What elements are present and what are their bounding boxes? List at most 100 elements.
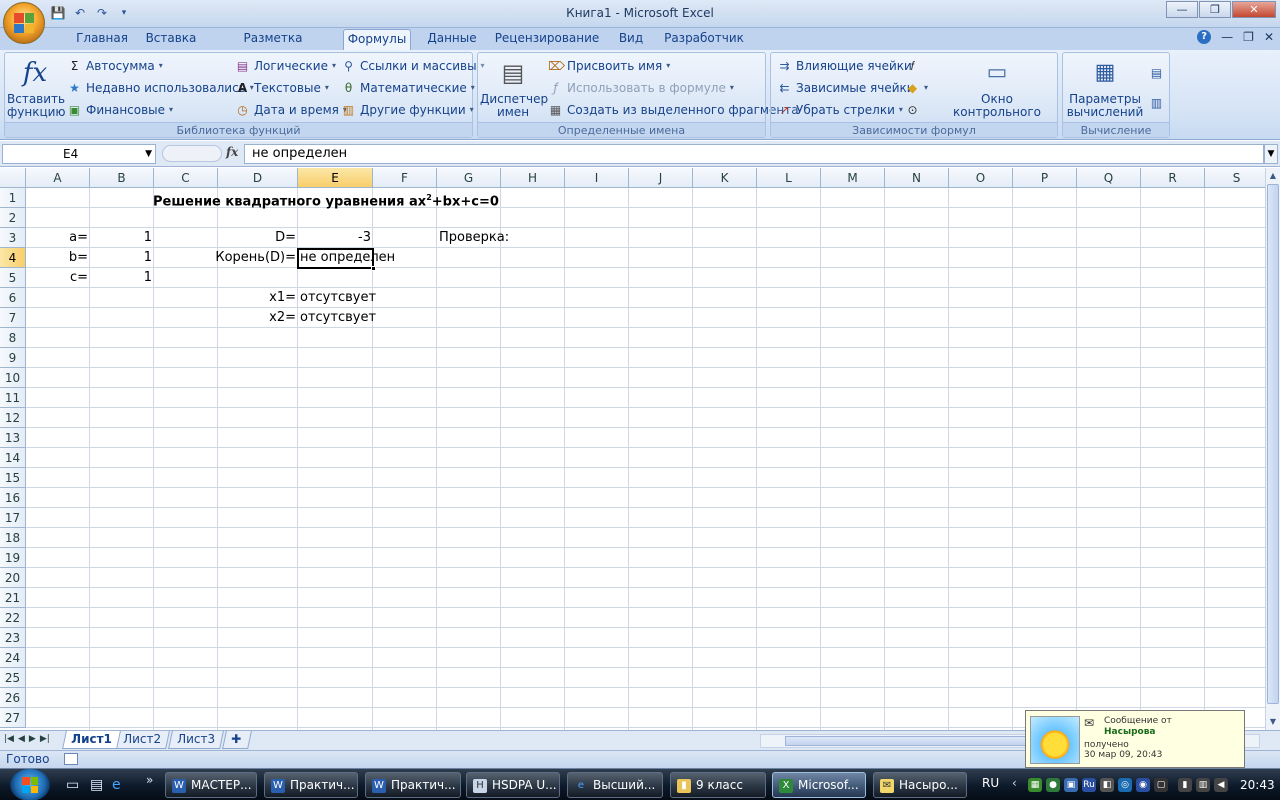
trace-dependents-button[interactable]: ⇇ Зависимые ячейки xyxy=(777,78,914,98)
row-header-5[interactable]: 5 xyxy=(0,268,26,288)
insert-function-fx-icon[interactable]: fx xyxy=(226,145,238,159)
column-header-h[interactable]: H xyxy=(501,168,565,188)
cell-a5[interactable]: c= xyxy=(26,268,90,288)
cell-e3[interactable]: -3 xyxy=(298,228,373,248)
last-sheet-icon[interactable]: ▶| xyxy=(40,734,50,744)
tab-data[interactable]: Данные xyxy=(422,29,482,50)
tray-battery-icon[interactable]: ▮ xyxy=(1178,778,1192,792)
row-header-2[interactable]: 2 xyxy=(0,208,26,228)
autosum-button[interactable]: Σ Автосумма ▾ xyxy=(67,56,163,76)
column-header-k[interactable]: K xyxy=(693,168,757,188)
select-all-corner[interactable] xyxy=(0,168,26,188)
define-name-button[interactable]: ⌦ Присвоить имя ▾ xyxy=(548,56,670,76)
workbook-restore-icon[interactable]: ❐ xyxy=(1243,30,1254,44)
tray-expand-icon[interactable]: ‹ xyxy=(1012,776,1017,790)
cell-d3[interactable]: D= xyxy=(218,228,298,248)
cell-d6[interactable]: x1= xyxy=(218,288,298,308)
tray-icon-5[interactable]: ◧ xyxy=(1100,778,1114,792)
office-button[interactable] xyxy=(3,2,45,44)
taskbar-item-2[interactable]: W Практич... xyxy=(264,772,358,798)
clock[interactable]: 20:43 xyxy=(1240,778,1275,792)
row-header-10[interactable]: 10 xyxy=(0,368,26,388)
row-header-23[interactable]: 23 xyxy=(0,628,26,648)
tab-developer[interactable]: Разработчик xyxy=(660,29,748,50)
expand-formula-bar-icon[interactable]: ▼ xyxy=(1264,144,1278,164)
row-header-14[interactable]: 14 xyxy=(0,448,26,468)
insert-sheet-icon[interactable]: ✚ xyxy=(222,731,252,749)
math-functions-button[interactable]: θ Математические ▾ xyxy=(341,78,475,98)
vertical-scroll-thumb[interactable] xyxy=(1267,184,1279,704)
tray-icon-3[interactable]: ▣ xyxy=(1064,778,1078,792)
cell-b4[interactable]: 1 xyxy=(90,248,154,268)
taskbar-item-3[interactable]: W Практич... xyxy=(365,772,461,798)
tray-icon-1[interactable]: ▦ xyxy=(1028,778,1042,792)
row-header-21[interactable]: 21 xyxy=(0,588,26,608)
internet-explorer-icon[interactable]: e xyxy=(112,777,121,793)
create-from-selection-button[interactable]: ▦ Создать из выделенного фрагмента xyxy=(548,100,799,120)
row-header-12[interactable]: 12 xyxy=(0,408,26,428)
maximize-button[interactable]: ❐ xyxy=(1199,1,1231,18)
prev-sheet-icon[interactable]: ◀ xyxy=(18,734,25,744)
row-header-4[interactable]: 4 xyxy=(0,248,26,268)
cell-b3[interactable]: 1 xyxy=(90,228,154,248)
evaluate-formula-button[interactable]: ⊙ xyxy=(905,100,920,120)
column-header-g[interactable]: G xyxy=(437,168,501,188)
row-header-25[interactable]: 25 xyxy=(0,668,26,688)
column-header-q[interactable]: Q xyxy=(1077,168,1141,188)
column-header-a[interactable]: A xyxy=(26,168,90,188)
message-notification[interactable]: ✉ Сообщение от Насырова получено 30 мар … xyxy=(1025,710,1245,768)
row-header-18[interactable]: 18 xyxy=(0,528,26,548)
row-header-19[interactable]: 19 xyxy=(0,548,26,568)
column-header-n[interactable]: N xyxy=(885,168,949,188)
column-header-r[interactable]: R xyxy=(1141,168,1205,188)
cell-a4[interactable]: b= xyxy=(26,248,90,268)
first-sheet-icon[interactable]: |◀ xyxy=(4,734,14,744)
macro-record-icon[interactable] xyxy=(64,753,78,765)
cell-e7[interactable]: отсутсвует xyxy=(300,308,376,328)
remove-arrows-button[interactable]: ↗ Убрать стрелки ▾ xyxy=(777,100,902,120)
vertical-scrollbar[interactable]: ▲ ▼ xyxy=(1265,168,1280,730)
column-header-o[interactable]: O xyxy=(949,168,1013,188)
scroll-down-icon[interactable]: ▼ xyxy=(1267,715,1279,729)
more-functions-button[interactable]: ▥ Другие функции ▾ xyxy=(341,100,474,120)
watch-window-button[interactable]: ▭ Окно контрольного значения xyxy=(939,57,1055,132)
row-header-3[interactable]: 3 xyxy=(0,228,26,248)
minimize-button[interactable]: — xyxy=(1166,1,1198,18)
language-indicator[interactable]: RU xyxy=(982,776,999,790)
sheet-tab-1[interactable]: Лист1 xyxy=(62,731,121,749)
help-icon[interactable]: ? xyxy=(1197,30,1212,44)
cell-b5[interactable]: 1 xyxy=(90,268,154,288)
workbook-minimize-icon[interactable]: — xyxy=(1221,30,1233,44)
row-header-11[interactable]: 11 xyxy=(0,388,26,408)
column-header-j[interactable]: J xyxy=(629,168,693,188)
column-header-m[interactable]: M xyxy=(821,168,885,188)
row-header-6[interactable]: 6 xyxy=(0,288,26,308)
formula-input[interactable]: не определен xyxy=(244,144,1264,164)
column-header-s[interactable]: S xyxy=(1205,168,1265,188)
cell-d7[interactable]: x2= xyxy=(218,308,298,328)
row-header-15[interactable]: 15 xyxy=(0,468,26,488)
calculate-now-button[interactable]: ▤ xyxy=(1149,63,1164,83)
row-header-13[interactable]: 13 xyxy=(0,428,26,448)
cell-c1-title[interactable]: Решение квадратного уравнения ax2+bx+c=0 xyxy=(153,188,499,209)
row-header-20[interactable]: 20 xyxy=(0,568,26,588)
tray-icon-7[interactable]: ◉ xyxy=(1136,778,1150,792)
insert-function-button[interactable]: fx Вставить функцию xyxy=(7,57,66,119)
text-functions-button[interactable]: A Текстовые ▾ xyxy=(235,78,329,98)
workbook-close-icon[interactable]: ✕ xyxy=(1264,30,1274,44)
lookup-functions-button[interactable]: ⚲Ссылки и массивы▾ xyxy=(341,56,484,76)
quicklaunch-more-icon[interactable]: » xyxy=(146,773,153,787)
row-header-8[interactable]: 8 xyxy=(0,328,26,348)
start-button[interactable] xyxy=(10,769,50,800)
use-in-formula-button[interactable]: ƒ Использовать в формуле ▾ xyxy=(548,78,733,98)
cell-e6[interactable]: отсутсвует xyxy=(300,288,376,308)
chevron-down-icon[interactable]: ▼ xyxy=(145,145,152,163)
tray-volume-icon[interactable]: ◀ xyxy=(1214,778,1228,792)
taskbar-item-5[interactable]: e Высший... xyxy=(567,772,663,798)
tray-icon-6[interactable]: ◎ xyxy=(1118,778,1132,792)
next-sheet-icon[interactable]: ▶ xyxy=(29,734,36,744)
row-header-9[interactable]: 9 xyxy=(0,348,26,368)
tray-icon-2[interactable]: ● xyxy=(1046,778,1060,792)
column-header-e[interactable]: E xyxy=(298,168,373,188)
row-header-24[interactable]: 24 xyxy=(0,648,26,668)
